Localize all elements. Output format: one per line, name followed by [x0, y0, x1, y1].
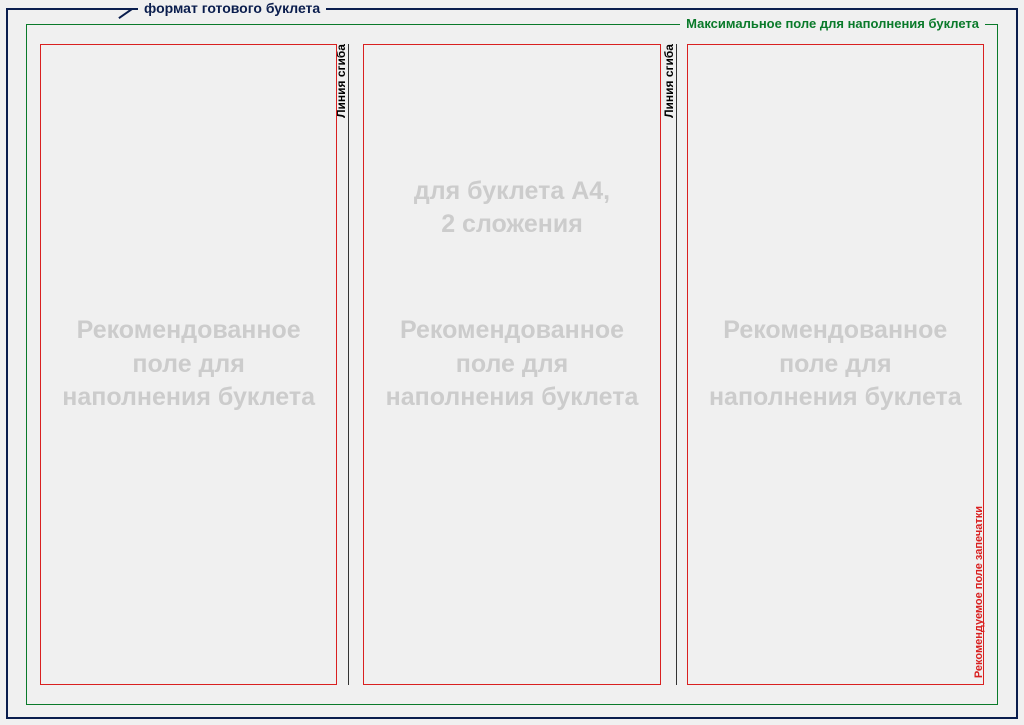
panel-left: Рекомендованное поле для наполнения букл…	[40, 44, 337, 685]
booklet-format-label: формат готового буклета	[138, 0, 326, 16]
panel-right-text: Рекомендованное поле для наполнения букл…	[708, 314, 963, 415]
frame-tick-mark	[118, 8, 132, 19]
panel-left-text: Рекомендованное поле для наполнения букл…	[61, 314, 316, 415]
panel-center-text: Рекомендованное поле для наполнения букл…	[384, 314, 639, 415]
panel-right: Рекомендованное поле для наполнения букл…	[687, 44, 984, 685]
panels-container: Рекомендованное поле для наполнения букл…	[40, 44, 984, 685]
panel-subtitle: для буклета А4,2 сложения	[364, 175, 659, 240]
print-area-label: Рекомендуемое поле запечатки	[973, 506, 985, 678]
panel-center: для буклета А4,2 сложения Рекомендованно…	[363, 44, 660, 685]
max-content-label: Максимальное поле для наполнения буклета	[680, 16, 985, 31]
